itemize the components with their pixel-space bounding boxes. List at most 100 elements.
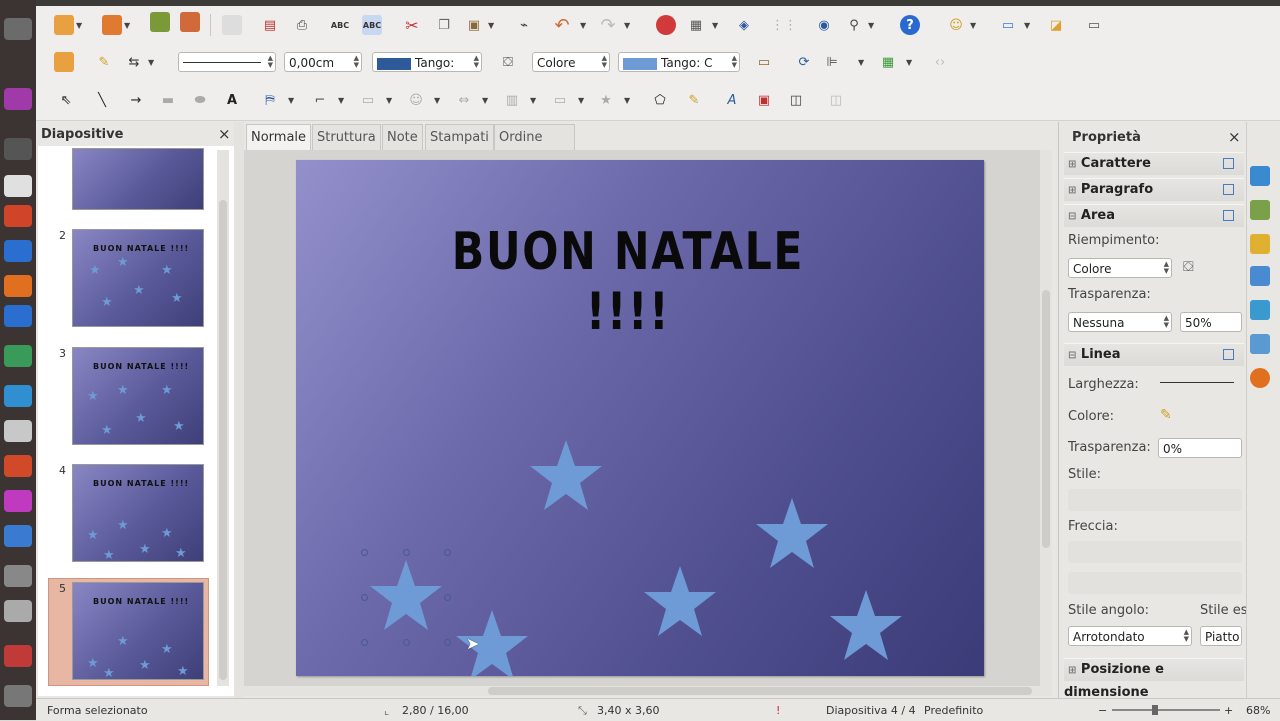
edit-horizontal-scrollbar[interactable] [244,686,1052,696]
slide-transition-tab-icon[interactable] [1250,200,1270,220]
chevron-down-icon[interactable]: ▼ [970,21,976,30]
navigator-tab-icon[interactable] [1250,368,1270,388]
table-icon[interactable]: ▦ [686,15,706,35]
resize-handle[interactable] [444,639,451,646]
chevron-down-icon[interactable]: ▼ [482,96,488,105]
rectangle-icon[interactable]: ▬ [158,90,178,110]
more-options-icon[interactable] [1223,184,1234,195]
chevron-down-icon[interactable]: ▼ [578,96,584,105]
symbol-shapes-icon[interactable]: ☺ [406,90,426,110]
gallery-tab-icon[interactable] [1250,334,1270,354]
section-posizione[interactable]: ⊞ Posizione e dimensione [1064,658,1244,700]
gallery-icon[interactable]: ◉ [814,15,834,35]
chevron-down-icon[interactable]: ▼ [386,96,392,105]
chevron-down-icon[interactable]: ▼ [906,58,912,67]
slide-thumbnail[interactable]: BUON NATALE !!!! ★ ★ ★ ★ ★ ★ [72,347,204,445]
tab-stampati[interactable]: Stampati [425,124,494,150]
ellipse-icon[interactable]: ⬬ [190,90,210,110]
section-carattere[interactable]: ⊞ Carattere [1064,152,1244,175]
undo-icon[interactable]: ↶ [552,15,572,36]
corner-style-select[interactable]: Arrotondato ▲ ▼ [1068,626,1192,646]
chevron-down-icon[interactable]: ▼ [488,21,494,30]
properties-tab-icon[interactable] [1250,166,1270,186]
animation-tab-icon[interactable] [1250,234,1270,254]
edit-vertical-scrollbar[interactable] [1040,150,1052,686]
scrollbar-thumb[interactable] [488,687,1032,695]
network-icon[interactable] [4,385,32,407]
zoom-icon[interactable]: ⚲ [844,15,864,35]
layout-icon[interactable]: ▭ [998,15,1018,35]
line-width-input[interactable]: 0,00cm ▲ ▼ [284,52,362,72]
dash-icon[interactable] [4,18,32,40]
resize-handle[interactable] [361,549,368,556]
cap-style-select[interactable]: Piatto [1200,626,1242,646]
area-style-select[interactable]: Colore ▲ ▼ [532,52,610,72]
print-icon[interactable]: ⎙ [292,15,312,35]
image-icon[interactable]: ▣ [754,90,774,110]
transparency-select[interactable]: Nessuna ▲ ▼ [1068,312,1172,332]
block-arrows-icon[interactable]: ⇔ [454,90,474,110]
scrollbar-thumb[interactable] [1042,290,1050,548]
resize-handle[interactable] [361,594,368,601]
store-icon[interactable] [4,275,32,297]
fill-type-select[interactable]: Colore ▲ ▼ [1068,258,1172,278]
trash-icon[interactable] [4,685,32,707]
save-icon[interactable] [150,12,170,32]
fontwork-gallery-icon[interactable]: A [722,90,742,110]
close-icon[interactable]: × [218,125,231,143]
section-area[interactable]: ⊟ Area [1064,204,1244,227]
stars-icon[interactable]: ★ [596,90,616,110]
scrollbar-thumb[interactable] [219,200,227,680]
section-linea[interactable]: ⊟ Linea [1064,343,1244,366]
area-fill-icon[interactable]: ⛋ [498,52,518,72]
present-icon[interactable]: ▭ [1084,15,1104,35]
new-slide-icon[interactable]: ◪ [1046,15,1066,35]
panel-splitter[interactable] [234,122,244,698]
text-icon[interactable]: A [222,90,242,110]
new-icon[interactable] [54,15,74,35]
arrow-style-icon[interactable]: ⇆ [124,52,144,72]
chevron-down-icon[interactable]: ▼ [124,21,130,30]
document-icon[interactable] [4,645,32,667]
usb-icon[interactable] [4,600,32,622]
grid-icon[interactable]: ⋮⋮ [771,15,797,35]
line-color-icon[interactable]: ✎ [1160,407,1172,423]
star-shape[interactable] [644,566,716,636]
chevron-down-icon[interactable]: ▼ [712,21,718,30]
star-shape-selected[interactable] [370,560,442,630]
connector-icon[interactable]: ⌐ [310,90,330,110]
arrange-icon[interactable]: ▦ [878,52,898,72]
spellcheck-icon[interactable]: ABC [330,15,350,35]
styles-tab-icon[interactable] [1250,300,1270,320]
chevron-down-icon[interactable]: ▼ [1024,21,1030,30]
glue-icon[interactable]: ✎ [684,90,704,110]
points-icon[interactable]: ⬠ [650,90,670,110]
edit-icon[interactable] [222,15,242,35]
line-style-select[interactable]: ▲ ▼ [178,52,276,72]
basic-shapes-icon[interactable]: ▭ [358,90,378,110]
slide-thumbnail[interactable] [72,148,204,210]
tab-struttura[interactable]: Struttura [312,124,381,150]
flowchart-icon[interactable]: ▥ [502,90,522,110]
chevron-down-icon[interactable]: ▼ [580,21,586,30]
line-icon[interactable]: ✎ [94,52,114,72]
arrow-tool-icon[interactable]: → [126,90,146,110]
browser-icon[interactable] [4,205,32,227]
select-icon[interactable]: ⇖ [56,90,76,110]
line-width-preview[interactable] [1160,382,1234,383]
clone-icon[interactable]: ⌁ [514,15,534,35]
help-icon[interactable]: ? [900,15,920,35]
photos-icon[interactable] [4,490,32,512]
zoom-out-icon[interactable]: − [1098,704,1107,717]
star-shape[interactable] [830,590,902,660]
star-shape[interactable] [530,440,602,510]
calc-icon[interactable] [4,240,32,262]
resize-handle[interactable] [403,639,410,646]
more-options-icon[interactable] [1223,158,1234,169]
paste-icon[interactable]: ▣ [464,15,484,35]
copy-icon[interactable]: ❐ [434,15,454,35]
redo-icon[interactable]: ↷ [598,15,618,36]
arrow-end-dropdown[interactable] [1068,572,1242,594]
zoom-slider[interactable] [1112,705,1220,715]
chevron-down-icon[interactable]: ▼ [624,21,630,30]
